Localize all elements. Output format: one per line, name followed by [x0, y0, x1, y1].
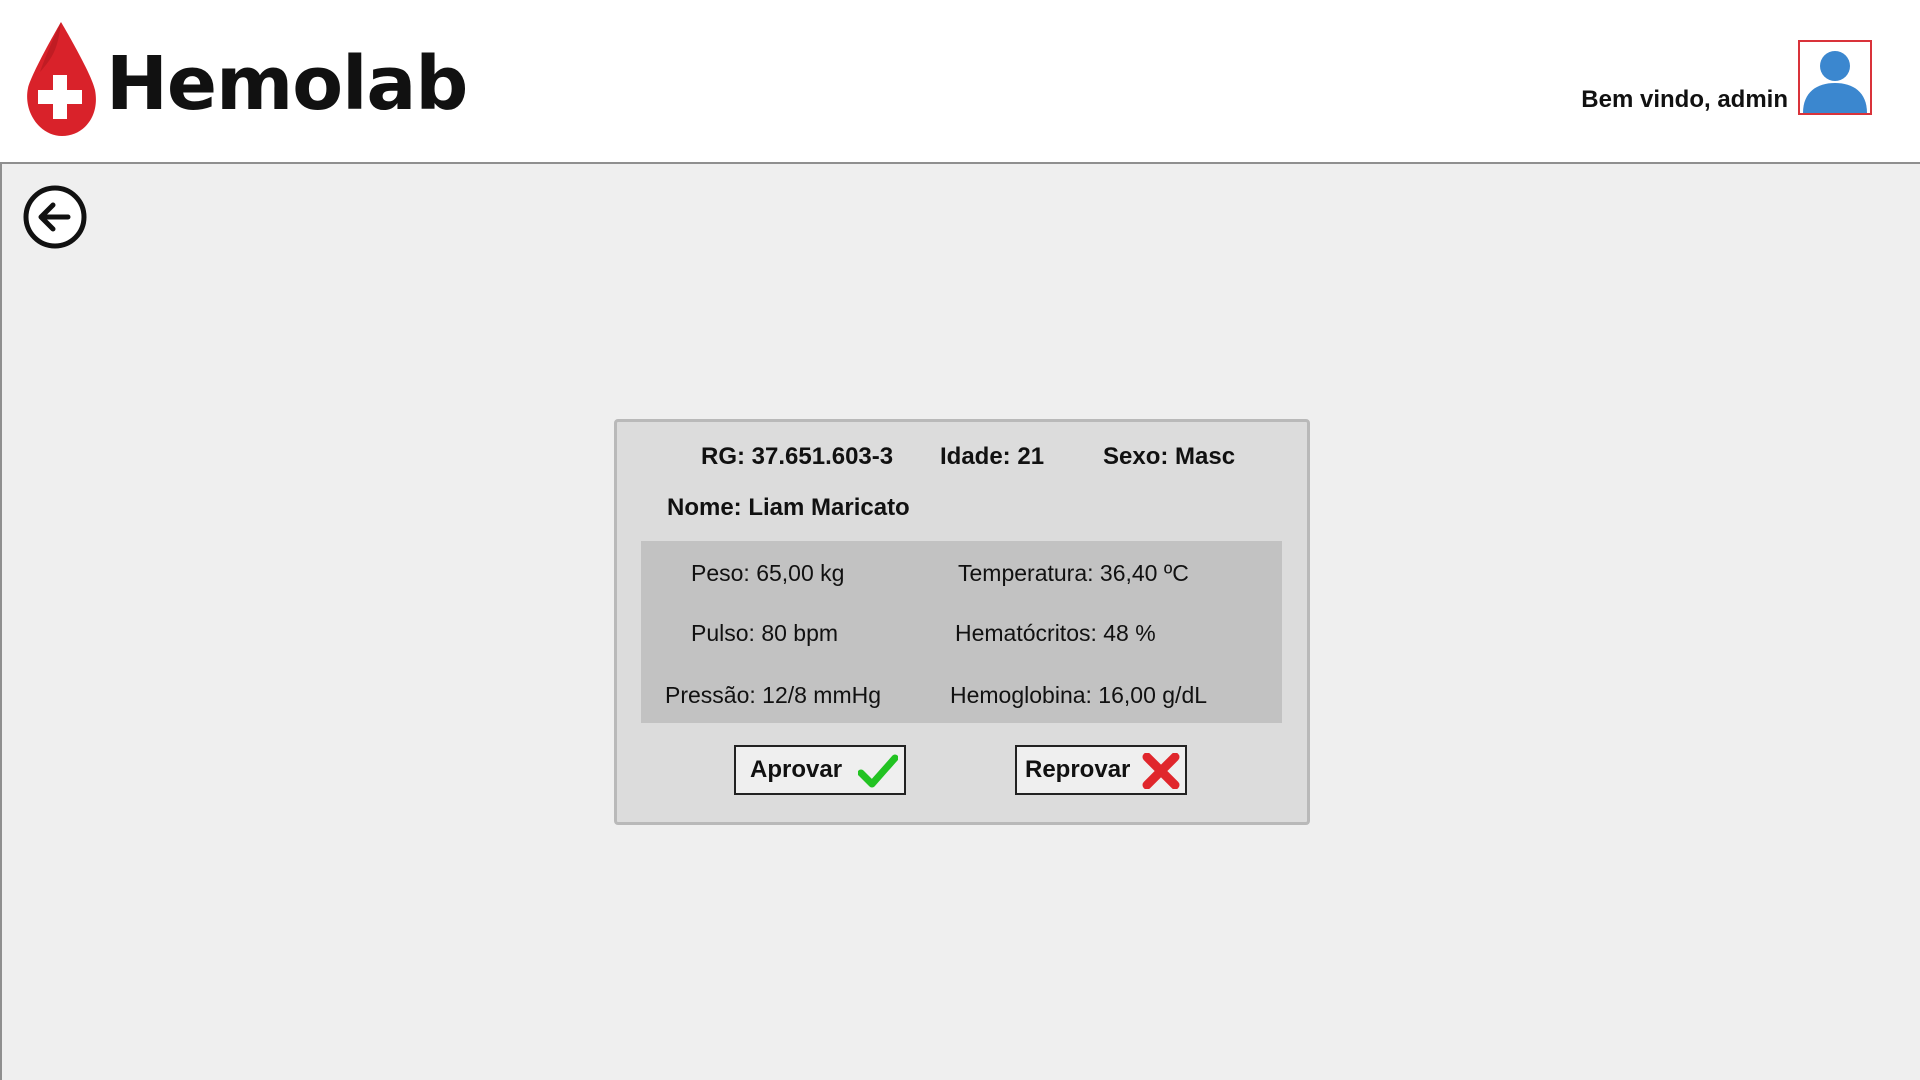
user-icon [1803, 51, 1867, 113]
patient-sex: Sexo: Masc [1103, 443, 1236, 470]
vital-pressure: Pressão: 12/8 mmHg [665, 682, 882, 708]
logo-text: Hemolab [106, 41, 468, 127]
checkmark-icon [857, 753, 899, 789]
vital-pulse: Pulso: 80 bpm [691, 620, 839, 646]
reject-label: Reprovar [1025, 756, 1131, 783]
app-logo: Hemolab [22, 18, 468, 142]
vitals-panel: Peso: 65,00 kg Temperatura: 36,40 ºC Pul… [641, 541, 1282, 723]
x-mark-icon [1141, 752, 1181, 790]
vital-temperature: Temperatura: 36,40 ºC [958, 560, 1189, 586]
donor-evaluation-card: RG: 37.651.603-3 Idade: 21 Sexo: Masc No… [614, 419, 1310, 825]
patient-name: Nome: Liam Maricato [667, 494, 910, 521]
user-avatar-button[interactable] [1798, 40, 1872, 115]
blood-drop-icon [22, 20, 100, 140]
approve-button[interactable]: Aprovar [734, 745, 906, 795]
app-header: Hemolab Bem vindo, admin [0, 0, 1920, 162]
patient-age: Idade: 21 [940, 443, 1045, 470]
patient-rg: RG: 37.651.603-3 [701, 443, 894, 470]
welcome-text: Bem vindo, admin [1581, 86, 1788, 113]
vital-hemoglobin: Hemoglobina: 16,00 g/dL [950, 682, 1208, 708]
vital-weight: Peso: 65,00 kg [691, 560, 845, 586]
approve-label: Aprovar [750, 756, 843, 783]
vital-hematocrit: Hematócritos: 48 % [955, 620, 1156, 646]
back-button[interactable] [22, 184, 88, 250]
reject-button[interactable]: Reprovar [1015, 745, 1187, 795]
arrow-left-circle-icon [23, 185, 87, 249]
main-content: RG: 37.651.603-3 Idade: 21 Sexo: Masc No… [0, 162, 1920, 1080]
